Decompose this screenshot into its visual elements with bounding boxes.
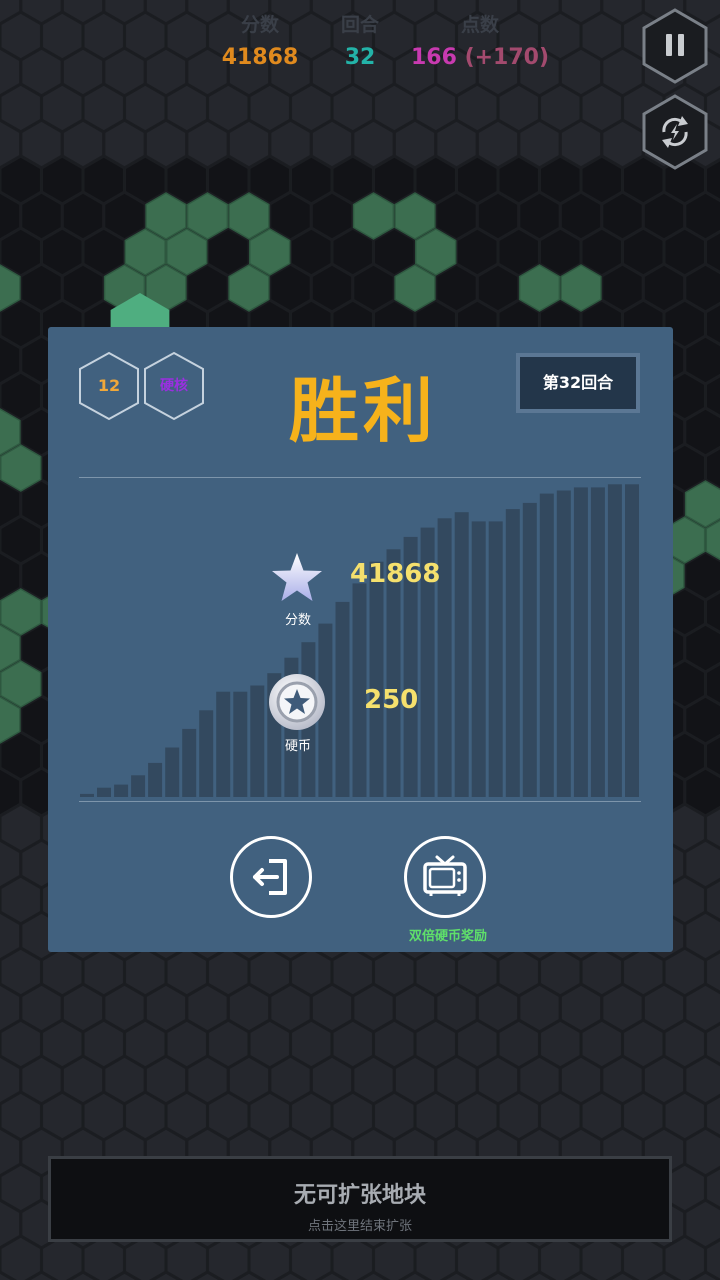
points-delta: (+170) — [464, 45, 550, 70]
score-bar — [80, 793, 94, 797]
score-bar — [148, 762, 163, 797]
score-bar — [488, 521, 503, 797]
level-chip: 12 — [78, 351, 140, 421]
score-bar — [369, 561, 384, 797]
victory-panel: 12 硬核 胜利 第32回合 分数 41868 硬币 250 双倍硬币奖励 — [48, 327, 673, 952]
exit-door-icon — [253, 859, 287, 895]
score-bar — [556, 490, 571, 797]
score-bar — [216, 691, 231, 797]
score-bar — [97, 787, 111, 797]
refresh-icon — [642, 94, 708, 170]
points-label: 点数 — [460, 14, 499, 36]
victory-title: 胜利 — [289, 370, 437, 452]
score-bar — [454, 512, 469, 797]
end-expansion-button[interactable]: 无可扩张地块 点击这里结束扩张 — [48, 1156, 672, 1242]
score-bar — [625, 484, 639, 797]
exit-button[interactable] — [230, 836, 312, 918]
score-bar — [199, 710, 214, 797]
tv-icon — [423, 855, 467, 896]
score-stat-value: 41868 — [350, 559, 441, 589]
end-expansion-subtitle: 点击这里结束扩张 — [307, 1219, 412, 1234]
score-bar — [165, 747, 180, 797]
pause-icon — [642, 8, 708, 84]
points-stat: 点数 166 (+170) — [400, 10, 560, 76]
score-bar — [522, 502, 537, 797]
coin-stat-label: 硬币 — [284, 739, 311, 754]
score-bar — [182, 728, 197, 797]
score-bar — [607, 484, 622, 797]
chart-bottom-divider — [79, 801, 641, 802]
pause-button[interactable] — [642, 8, 708, 84]
score-bar — [233, 691, 248, 797]
double-coins-button[interactable] — [404, 836, 486, 918]
round-badge: 第32回合 — [516, 353, 640, 413]
difficulty-chip-label: 硬核 — [160, 378, 188, 394]
score-history-chart — [80, 484, 639, 797]
refresh-button[interactable] — [642, 94, 708, 170]
score-bar — [471, 521, 486, 797]
points-value-row: 166 (+170) — [400, 40, 560, 76]
end-expansion-title: 无可扩张地块 — [293, 1183, 426, 1208]
stats-header: 分数 41868 回合 32 点数 166 (+170) — [200, 10, 560, 80]
double-coins-label: 双倍硬币奖励 — [408, 929, 487, 944]
score-bar — [114, 784, 129, 797]
score-bar — [539, 493, 554, 797]
score-bar — [335, 601, 350, 797]
difficulty-chip: 硬核 — [143, 351, 205, 421]
score-bar — [131, 775, 146, 797]
level-chip-label: 12 — [97, 376, 121, 395]
coin-stat-value: 250 — [364, 685, 419, 715]
score-bar — [573, 487, 588, 797]
points-value: 166 — [410, 45, 457, 70]
score-stat-label: 分数 — [284, 613, 311, 628]
coin-star-icon — [269, 674, 325, 730]
score-bar — [505, 509, 520, 797]
score-bar — [590, 487, 605, 797]
star-icon — [272, 553, 322, 601]
